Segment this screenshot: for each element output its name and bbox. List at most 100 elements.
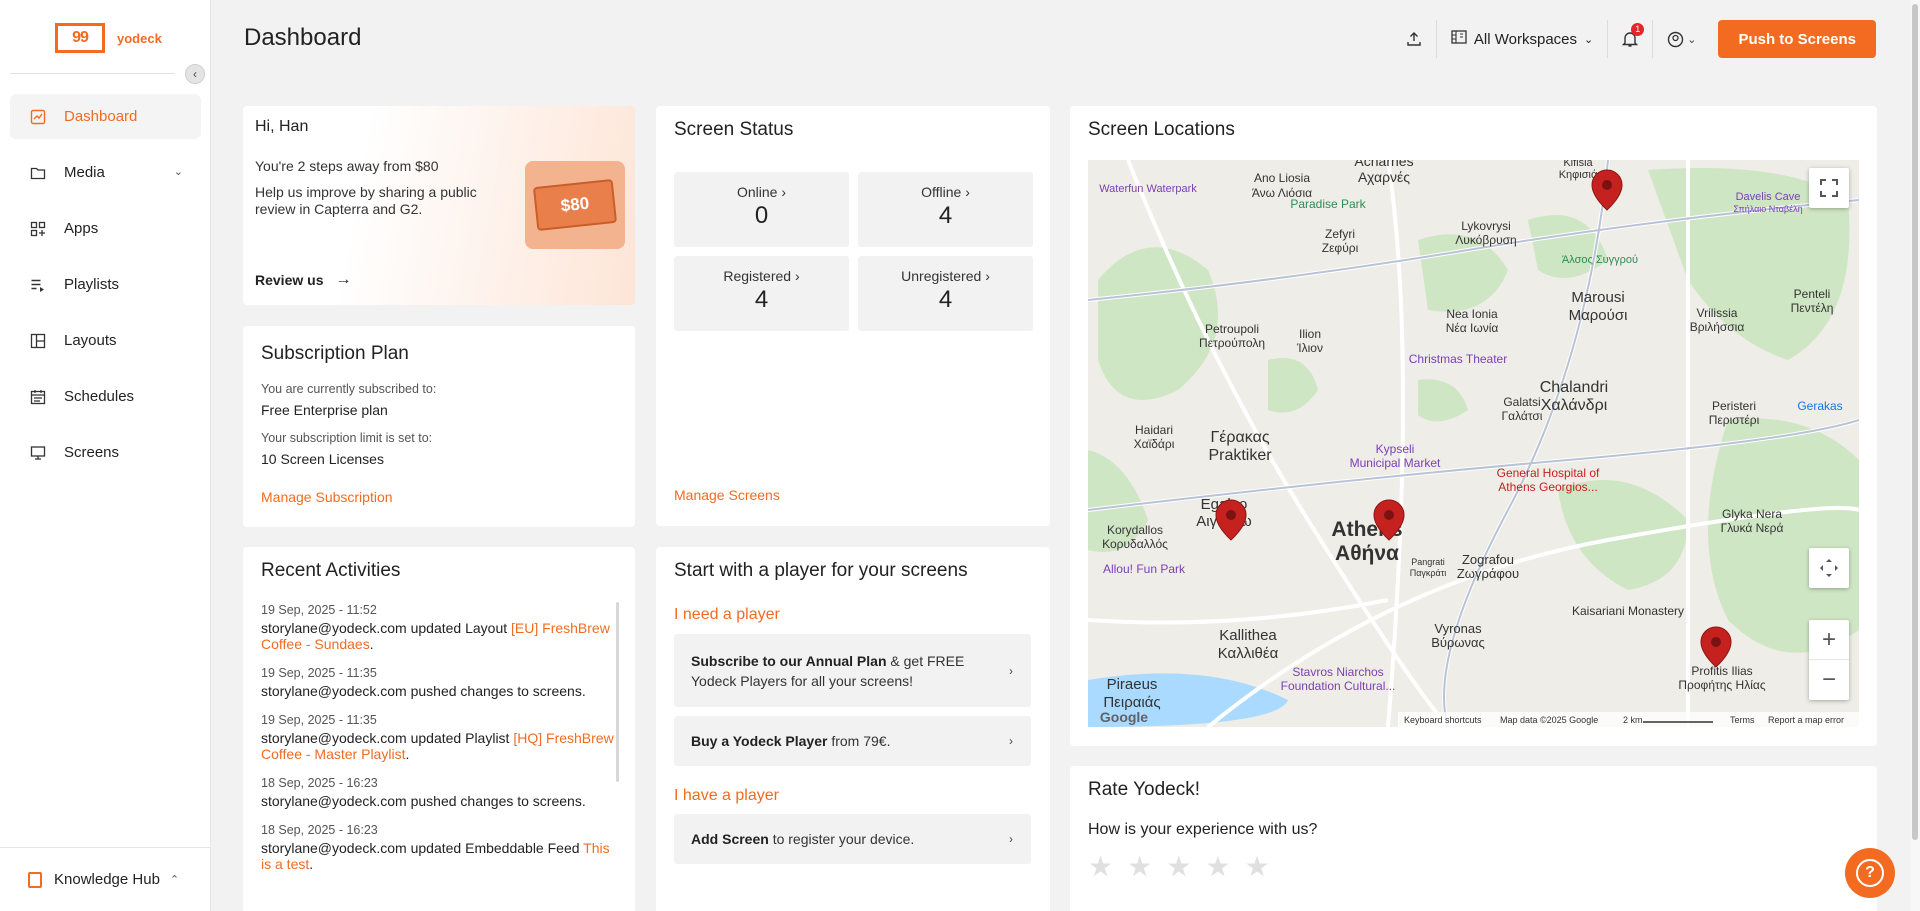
chevron-up-icon: ⌃ (169, 874, 180, 886)
sidebar-item-screens[interactable]: Screens (10, 430, 201, 475)
account-menu-button[interactable]: ⌄ (1667, 31, 1696, 48)
yodeck-logo[interactable]: 99 yodeck (55, 23, 162, 53)
svg-text:Kaisariani Monastery: Kaisariani Monastery (1572, 604, 1684, 618)
stat-label: Offline › (921, 184, 970, 200)
chevron-right-icon: › (794, 268, 800, 284)
stat-unregistered[interactable]: Unregistered › 4 (858, 256, 1033, 331)
star-icon[interactable]: ★ (1166, 850, 1191, 883)
map[interactable]: Acharnes Αχαρνές Ano Liosia Άνω Λιόσια K… (1088, 160, 1859, 727)
divider (1435, 20, 1437, 58)
stat-registered[interactable]: Registered › 4 (674, 256, 849, 331)
chevron-left-icon: ‹ (193, 67, 197, 81)
upload-icon[interactable] (1406, 31, 1422, 47)
ticket-value: $80 (532, 178, 618, 232)
folder-icon (30, 165, 46, 181)
svg-text:Ίλιον: Ίλιον (1296, 341, 1323, 355)
activity-text: storylane@yodeck.com pushed changes to s… (261, 793, 586, 809)
stat-value: 4 (938, 286, 953, 313)
rating-card: Rate Yodeck! How is your experience with… (1070, 766, 1877, 911)
greeting-title: Hi, Han (255, 118, 309, 135)
svg-text:Haidari: Haidari (1135, 423, 1173, 437)
manage-subscription-link[interactable]: Manage Subscription (261, 489, 393, 505)
card-title: Start with a player for your screens (674, 560, 968, 581)
stat-label: Unregistered › (901, 268, 990, 284)
card-title: Screen Status (674, 119, 794, 140)
svg-text:Penteli: Penteli (1794, 287, 1831, 301)
option-text: Buy a Yodeck Player from 79€. (691, 733, 891, 749)
manage-screens-link[interactable]: Manage Screens (674, 487, 780, 503)
chevron-right-icon: › (781, 184, 787, 200)
svg-text:Gerakas: Gerakas (1797, 399, 1842, 413)
sidebar-item-media[interactable]: Media ⌄ (10, 150, 201, 195)
pegman-control[interactable] (1809, 548, 1849, 588)
help-button[interactable]: ? (1845, 848, 1895, 898)
sidebar-item-apps[interactable]: Apps (10, 206, 201, 251)
workspace-selector[interactable]: All Workspaces ⌄ (1451, 30, 1593, 48)
subscription-card: Subscription Plan You are currently subs… (243, 326, 635, 527)
svg-text:Νέα Ιωνία: Νέα Ιωνία (1446, 321, 1499, 335)
activity-date: 19 Sep, 2025 - 11:35 (261, 666, 377, 680)
activity-date: 19 Sep, 2025 - 11:35 (261, 713, 377, 727)
svg-text:Βριλήσσια: Βριλήσσια (1690, 320, 1745, 334)
plan-label: You are currently subscribed to: (261, 382, 437, 396)
chart-line-icon (30, 109, 46, 125)
activity-text: storylane@yodeck.com pushed changes to s… (261, 683, 586, 699)
zoom-out-button[interactable]: − (1809, 660, 1849, 700)
list-item: 18 Sep, 2025 - 16:23 storylane@yodeck.co… (261, 776, 616, 809)
svg-text:General Hospital of: General Hospital of (1497, 466, 1600, 480)
svg-text:Praktiker: Praktiker (1208, 447, 1272, 464)
sidebar-item-dashboard[interactable]: Dashboard (10, 94, 201, 139)
notifications-button[interactable]: 1 (1622, 22, 1645, 48)
page-scrollbar[interactable] (1910, 0, 1920, 911)
zoom-in-button[interactable]: + (1809, 620, 1849, 660)
list-item: 19 Sep, 2025 - 11:52 storylane@yodeck.co… (261, 603, 616, 652)
question-icon: ? (1856, 859, 1884, 887)
svg-text:Άλσος Συγγρού: Άλσος Συγγρού (1562, 254, 1638, 266)
svg-text:Lykovrysi: Lykovrysi (1461, 219, 1511, 233)
activity-scrollbar[interactable] (616, 602, 619, 782)
star-rating: ★ ★ ★ ★ ★ (1088, 850, 1270, 883)
card-title: Screen Locations (1088, 119, 1235, 140)
sidebar-item-layouts[interactable]: Layouts (10, 318, 201, 363)
map-footer: Keyboard shortcuts Map data ©2025 Google… (1398, 712, 1859, 727)
building-icon (1451, 30, 1467, 48)
sidebar-item-label: Layouts (64, 332, 117, 349)
screen-locations-card: Screen Locations Acharnes Αχαρνές Ano Li… (1070, 106, 1877, 746)
stat-value: 0 (754, 202, 769, 229)
star-icon[interactable]: ★ (1127, 850, 1152, 883)
star-icon[interactable]: ★ (1205, 850, 1230, 883)
annual-plan-option[interactable]: Subscribe to our Annual Plan & get FREE … (674, 634, 1031, 707)
move-arrows-icon (1820, 559, 1838, 577)
page-title: Dashboard (244, 24, 362, 51)
svg-text:Πετρούπολη: Πετρούπολη (1199, 336, 1265, 350)
sidebar-item-playlists[interactable]: Playlists (10, 262, 201, 307)
buy-player-option[interactable]: Buy a Yodeck Player from 79€. › (674, 716, 1031, 766)
push-to-screens-button[interactable]: Push to Screens (1718, 20, 1876, 58)
svg-text:Μαρούσι: Μαρούσι (1569, 307, 1628, 324)
divider (1607, 20, 1609, 58)
knowledge-hub-button[interactable]: Knowledge Hub ⌃ (0, 847, 211, 911)
star-icon[interactable]: ★ (1244, 850, 1269, 883)
promo-line: You're 2 steps away from $80 (255, 158, 439, 174)
review-us-link[interactable]: Review us → (255, 271, 351, 289)
svg-text:Pangrati: Pangrati (1411, 557, 1445, 567)
svg-text:Παγκράτι: Παγκράτι (1410, 568, 1447, 578)
stat-offline[interactable]: Offline › 4 (858, 172, 1033, 247)
svg-text:Ano Liosia: Ano Liosia (1254, 171, 1310, 185)
activity-date: 19 Sep, 2025 - 11:52 (261, 603, 377, 617)
star-icon[interactable]: ★ (1088, 850, 1113, 883)
sidebar-item-label: Media (64, 164, 105, 181)
stat-online[interactable]: Online › 0 (674, 172, 849, 247)
svg-text:Petroupoli: Petroupoli (1205, 322, 1259, 336)
svg-text:Report a map error: Report a map error (1768, 715, 1844, 725)
chevron-right-icon: › (1009, 734, 1013, 748)
sidebar-item-schedules[interactable]: Schedules (10, 374, 201, 419)
fullscreen-button[interactable] (1809, 168, 1849, 208)
arrow-right-icon: → (335, 271, 352, 288)
add-screen-option[interactable]: Add Screen to register your device. › (674, 814, 1031, 864)
svg-text:Κηφισιά: Κηφισιά (1559, 169, 1598, 181)
collapse-sidebar-button[interactable]: ‹ (185, 64, 205, 84)
activity-text: storylane@yodeck.com updated Layout [EU]… (261, 620, 610, 652)
svg-text:Χαλάνδρι: Χαλάνδρι (1541, 397, 1608, 414)
plan-value: Free Enterprise plan (261, 402, 388, 418)
